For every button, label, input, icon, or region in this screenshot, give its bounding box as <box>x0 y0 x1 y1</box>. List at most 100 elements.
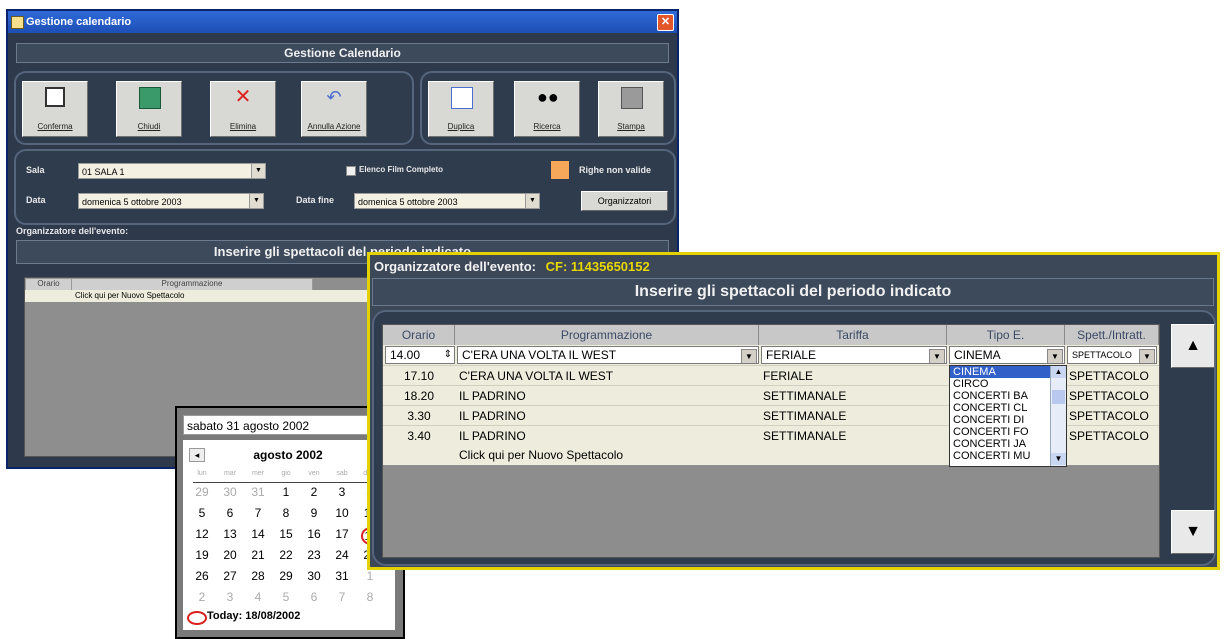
orario-spinner[interactable]: 14.00 ⇕ <box>385 346 455 364</box>
calendar-day[interactable]: 9 <box>305 506 323 520</box>
calendar-day[interactable]: 12 <box>193 527 211 541</box>
calendar-day[interactable]: 6 <box>221 506 239 520</box>
scroll-down-icon[interactable]: ▼ <box>1051 453 1066 465</box>
tipo-option[interactable]: CONCERTI BA <box>950 390 1053 402</box>
chevron-down-icon[interactable]: ▼ <box>929 349 945 363</box>
close-button[interactable]: Chiudi <box>116 81 182 137</box>
calendar-day[interactable]: 8 <box>361 590 379 604</box>
title-bar[interactable]: Gestione calendario ✕ <box>8 11 677 33</box>
calendar-day[interactable]: 28 <box>249 569 267 583</box>
sala-select[interactable]: 01 SALA 1 ▼ <box>78 163 266 179</box>
table-cell-tariffa: SETTIMANALE <box>763 429 847 443</box>
calendar-day[interactable]: 10 <box>333 506 351 520</box>
calendar-day[interactable]: 30 <box>305 569 323 583</box>
column-header[interactable]: Tipo E. <box>947 325 1065 345</box>
tipo-option[interactable]: CIRCO <box>950 378 1053 390</box>
today-label[interactable]: Today: 18/08/2002 <box>207 610 300 622</box>
chevron-down-icon[interactable]: ▼ <box>525 194 539 208</box>
prev-month-icon[interactable]: ◂ <box>189 448 205 462</box>
dropdown-scrollbar[interactable]: ▲ ▼ <box>1050 366 1066 466</box>
calendar-day[interactable]: 14 <box>249 527 267 541</box>
calendar-day[interactable]: 5 <box>277 590 295 604</box>
chevron-down-icon[interactable]: ▼ <box>251 164 265 178</box>
table-cell-tariffa: SETTIMANALE <box>763 409 847 423</box>
calendar-day[interactable]: 19 <box>193 548 211 562</box>
undo-label: Annulla Azione <box>307 122 361 131</box>
tipo-option[interactable]: CONCERTI JA <box>950 438 1053 450</box>
filter-panel: Sala 01 SALA 1 ▼ Elenco Film Completo Ri… <box>14 149 676 225</box>
window-header: Gestione Calendario <box>16 43 669 63</box>
column-header[interactable]: Spett./Intratt. <box>1065 325 1159 345</box>
data-select[interactable]: domenica 5 ottobre 2003 ▼ <box>78 193 264 209</box>
programmazione-select[interactable]: C'ERA UNA VOLTA IL WEST ▼ <box>457 346 759 364</box>
data-fine-value: domenica 5 ottobre 2003 <box>358 197 458 207</box>
calendar-day[interactable]: 5 <box>193 506 211 520</box>
tipo-option[interactable]: CONCERTI DI <box>950 414 1053 426</box>
calendar-day[interactable]: 4 <box>249 590 267 604</box>
delete-button[interactable]: ✕ Elimina <box>210 81 276 137</box>
calendar-day[interactable]: 26 <box>193 569 211 583</box>
calendar-day[interactable]: 23 <box>305 548 323 562</box>
calendar-day[interactable]: 29 <box>277 569 295 583</box>
column-header[interactable]: Orario <box>383 325 455 345</box>
tipo-select[interactable]: CINEMA ▼ <box>949 346 1065 364</box>
spett-select[interactable]: SPETTACOLO ▼ <box>1067 346 1157 364</box>
calendar-day[interactable]: 13 <box>221 527 239 541</box>
calendar-day[interactable]: 1 <box>361 569 379 583</box>
search-button[interactable]: ●● Ricerca <box>514 81 580 137</box>
chevron-down-icon[interactable]: ▼ <box>249 194 263 208</box>
date-select[interactable]: sabato 31 agosto 2002 ▼ <box>183 415 395 435</box>
calendar-day[interactable]: 3 <box>221 590 239 604</box>
calendar-day[interactable]: 1 <box>277 485 295 499</box>
tipo-option[interactable]: CINEMA <box>950 366 1053 378</box>
tariffa-select[interactable]: FERIALE ▼ <box>761 346 947 364</box>
confirm-button[interactable]: Conferma <box>22 81 88 137</box>
chevron-down-icon[interactable]: ▼ <box>1139 349 1155 363</box>
calendar-day[interactable]: 22 <box>277 548 295 562</box>
calendar-day[interactable]: 16 <box>305 527 323 541</box>
calendar-day[interactable]: 6 <box>305 590 323 604</box>
calendar-day[interactable]: 20 <box>221 548 239 562</box>
calendar-day[interactable]: 31 <box>249 485 267 499</box>
calendar-day[interactable]: 7 <box>249 506 267 520</box>
calendar-day[interactable]: 17 <box>333 527 351 541</box>
print-button[interactable]: Stampa <box>598 81 664 137</box>
calendar-day[interactable]: 3 <box>333 485 351 499</box>
tipo-option[interactable]: CONCERTI MU <box>950 450 1053 462</box>
calendar-day[interactable]: 30 <box>221 485 239 499</box>
data-label: Data <box>26 195 46 205</box>
calendar-day[interactable]: 21 <box>249 548 267 562</box>
close-window-button[interactable]: ✕ <box>657 14 674 31</box>
calendar-day[interactable]: 2 <box>193 590 211 604</box>
programmazione-value: C'ERA UNA VOLTA IL WEST <box>462 348 617 362</box>
organizzatori-button[interactable]: Organizzatori <box>581 191 668 211</box>
print-label: Stampa <box>617 122 645 131</box>
tipo-option[interactable]: CONCERTI CL <box>950 402 1053 414</box>
tipo-option[interactable]: CONCERTI FO <box>950 426 1053 438</box>
chevron-down-icon[interactable]: ▼ <box>741 349 757 363</box>
calendar-day[interactable]: 7 <box>333 590 351 604</box>
calendar-day[interactable]: 8 <box>277 506 295 520</box>
scroll-down-button[interactable]: ▼ <box>1171 510 1215 554</box>
column-header[interactable]: Programmazione <box>455 325 759 345</box>
scroll-up-button[interactable]: ▲ <box>1171 324 1215 368</box>
scroll-thumb[interactable] <box>1052 390 1065 404</box>
spinner-icon[interactable]: ⇕ <box>444 347 452 363</box>
calendar-day[interactable]: 27 <box>221 569 239 583</box>
chevron-down-icon[interactable]: ▼ <box>1047 349 1063 363</box>
calendar-day[interactable]: 15 <box>277 527 295 541</box>
calendar-day[interactable]: 24 <box>333 548 351 562</box>
calendar-day[interactable]: 2 <box>305 485 323 499</box>
calendar-day[interactable]: 29 <box>193 485 211 499</box>
save-icon <box>45 87 65 107</box>
invalid-rows-label: Righe non valide <box>579 165 652 175</box>
undo-button[interactable]: ↶ Annulla Azione <box>301 81 367 137</box>
delete-label: Elimina <box>229 122 257 131</box>
scroll-up-icon[interactable]: ▲ <box>1051 366 1066 378</box>
close-label: Chiudi <box>137 122 161 131</box>
column-header[interactable]: Tariffa <box>759 325 947 345</box>
calendar-day[interactable]: 31 <box>333 569 351 583</box>
duplicate-button[interactable]: Duplica <box>428 81 494 137</box>
data-fine-select[interactable]: domenica 5 ottobre 2003 ▼ <box>354 193 540 209</box>
elenco-checkbox[interactable] <box>346 166 356 176</box>
